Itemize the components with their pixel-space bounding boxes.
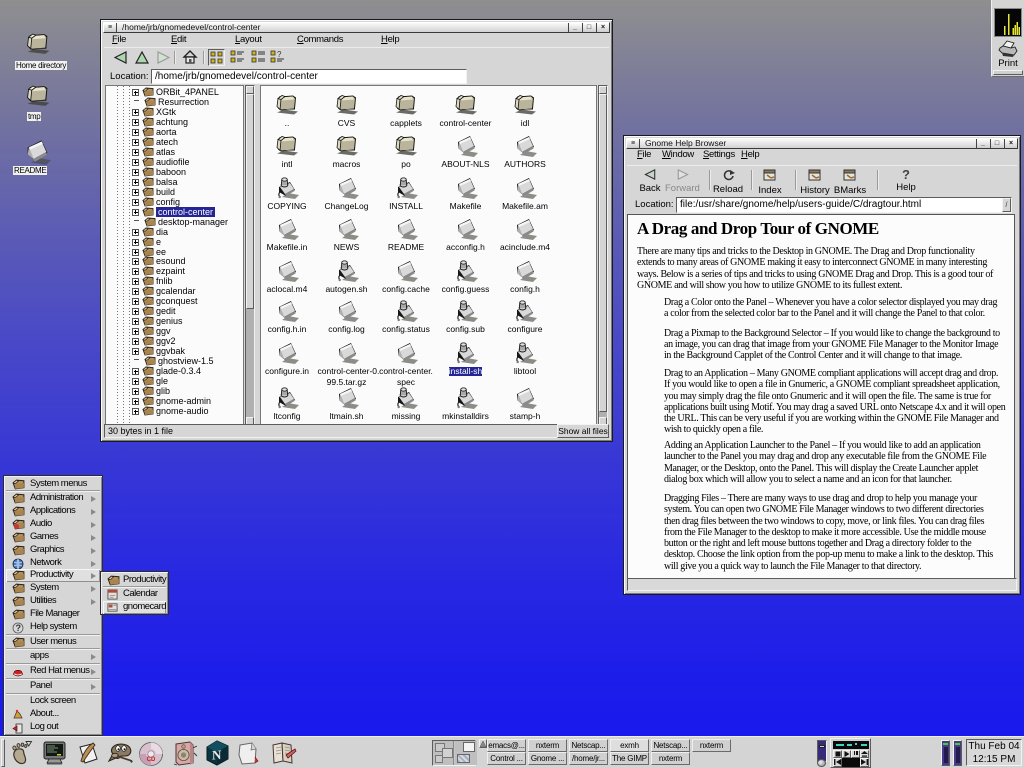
svg-text:N: N [212,747,222,763]
svg-text:CD: CD [147,757,156,763]
svg-text:?: ? [277,50,282,59]
svg-text:?: ? [16,623,21,633]
